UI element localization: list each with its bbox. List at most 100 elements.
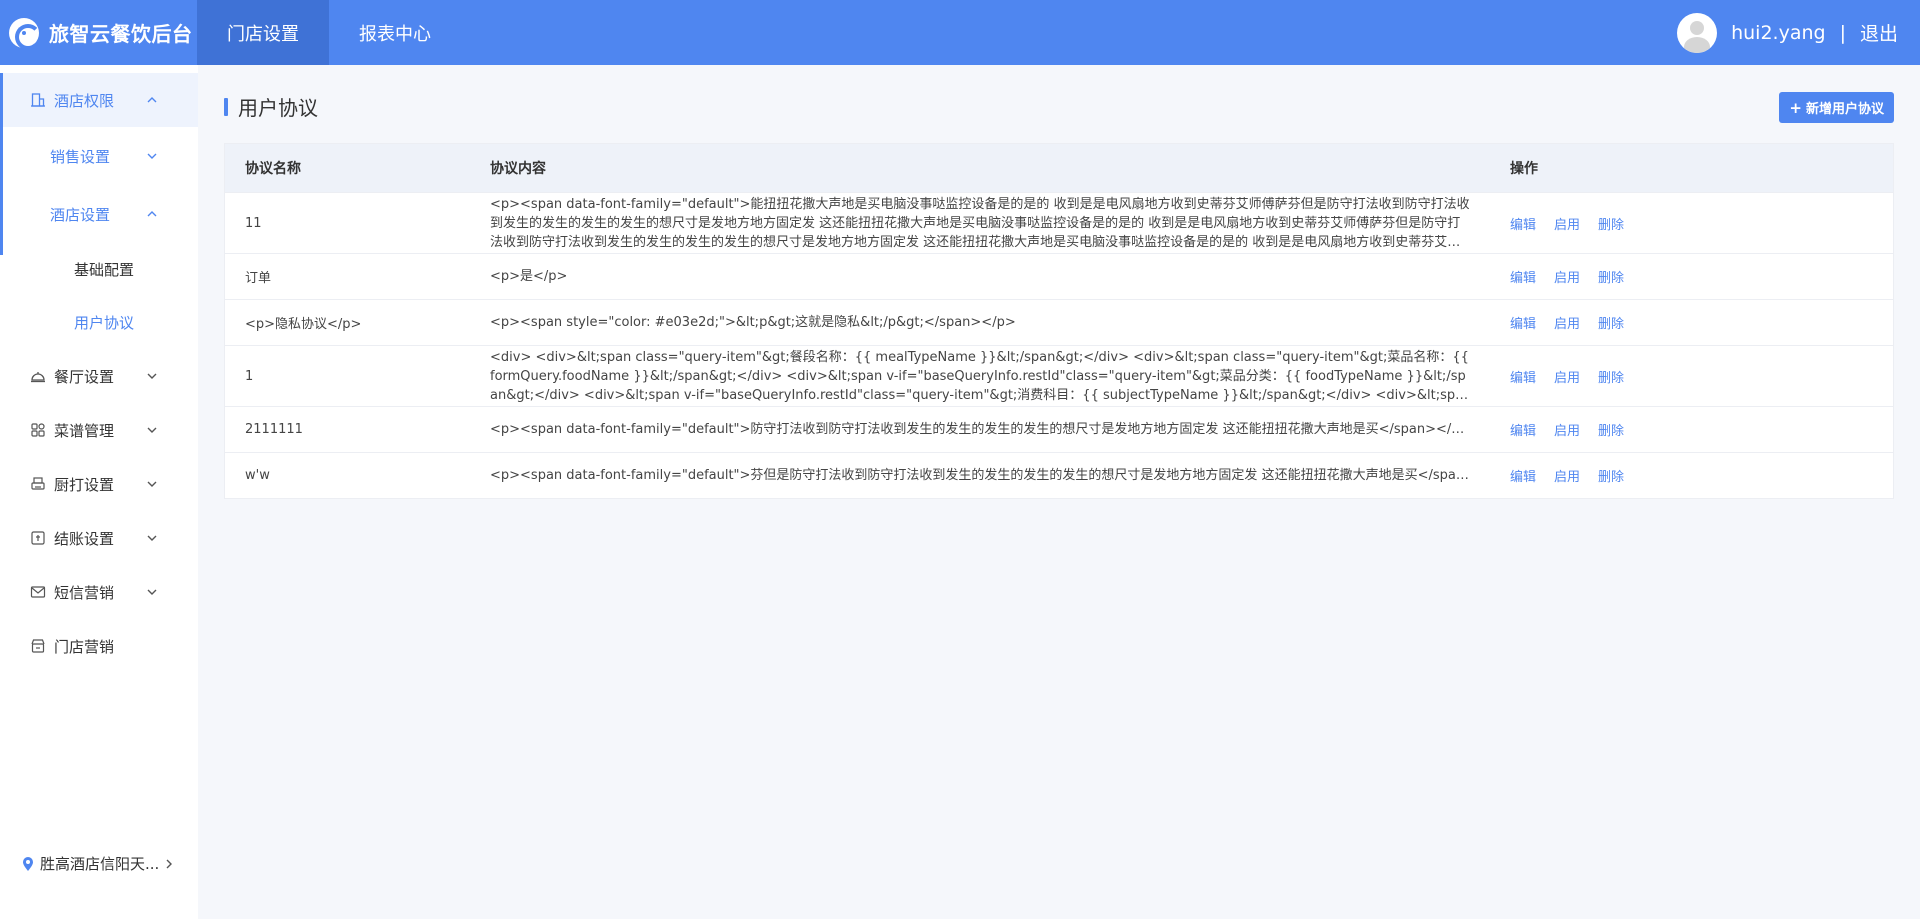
edit-link[interactable]: 编辑: [1510, 214, 1536, 233]
agreement-table: 协议名称 协议内容 操作 11 <p><span data-font-family…: [224, 143, 1894, 499]
sidebar-item-label: 短信营销: [54, 583, 115, 602]
page-title: 用户协议: [238, 96, 318, 120]
user-separator: |: [1839, 21, 1846, 44]
delete-link[interactable]: 删除: [1598, 367, 1624, 386]
sidebar-item-sales-settings[interactable]: 销售设置: [0, 127, 198, 185]
main-content: 用户协议 + 新增用户协议 协议名称 协议内容 操作 11 <p><span da…: [198, 65, 1920, 919]
agreement-content-cell: <p><span data-font-family="default">芬但是防…: [490, 466, 1490, 485]
enable-link[interactable]: 启用: [1554, 367, 1580, 386]
table-row: <p>隐私协议</p> <p><span style="color: #e03e2…: [225, 299, 1893, 345]
edit-link[interactable]: 编辑: [1510, 367, 1536, 386]
sidebar-item-basic-config[interactable]: 基础配置: [0, 243, 198, 296]
topnav-report-center[interactable]: 报表中心: [329, 0, 461, 65]
sidebar-item-label: 结账设置: [54, 529, 115, 548]
row-actions: 编辑 启用 删除: [1510, 367, 1893, 386]
table-body: 11 <p><span data-font-family="default">能扭…: [225, 192, 1893, 498]
ops-cell: 编辑 启用 删除: [1490, 267, 1893, 286]
sidebar-item-label: 酒店设置: [50, 205, 111, 224]
delete-link[interactable]: 删除: [1598, 313, 1624, 332]
enable-link[interactable]: 启用: [1554, 420, 1580, 439]
chevron-down-icon: [142, 534, 162, 542]
ops-cell: 编辑 启用 删除: [1490, 420, 1893, 439]
table-row: 订单 <p>是</p> 编辑 启用 删除: [225, 253, 1893, 299]
enable-link[interactable]: 启用: [1554, 313, 1580, 332]
agreement-name-cell: <p>隐私协议</p>: [245, 317, 362, 332]
agreement-content-text: <p><span data-font-family="default">芬但是防…: [490, 468, 1470, 483]
chevron-down-icon: [142, 372, 162, 380]
sidebar-item-label: 酒店权限: [54, 91, 115, 110]
ops-cell: 编辑 启用 删除: [1490, 313, 1893, 332]
location-pin-icon: [22, 856, 34, 872]
sidebar-item-restaurant-settings[interactable]: 餐厅设置: [0, 349, 198, 403]
agreement-content-text: <p><span style="color: #e03e2d;">&lt;p&g…: [490, 315, 1016, 330]
brand[interactable]: 旅智云餐饮后台: [0, 0, 197, 65]
agreement-content-cell: <p><span data-font-family="default">防守打法…: [490, 420, 1490, 439]
ops-cell: 编辑 启用 删除: [1490, 367, 1893, 386]
sidebar-item-user-agreement[interactable]: 用户协议: [0, 296, 198, 349]
agreement-content-cell: <p>是</p>: [490, 267, 1490, 286]
table-row: 11 <p><span data-font-family="default">能扭…: [225, 192, 1893, 253]
store-name: 胜高酒店信阳天...: [40, 855, 160, 873]
title-accent-bar: [224, 97, 228, 116]
edit-link[interactable]: 编辑: [1510, 267, 1536, 286]
agreement-name-cell: 订单: [245, 271, 272, 286]
chevron-right-icon: [165, 858, 173, 870]
add-button-label: 新增用户协议: [1805, 102, 1884, 117]
chevron-down-icon: [142, 426, 162, 434]
delete-link[interactable]: 删除: [1598, 466, 1624, 485]
sidebar-item-label: 餐厅设置: [54, 367, 115, 386]
agreement-name-cell: 2111111: [245, 422, 303, 437]
user-area: hui2.yang | 退出: [1677, 12, 1920, 53]
sidebar-item-sms-marketing[interactable]: 短信营销: [0, 565, 198, 619]
sidebar-item-menu-management[interactable]: 菜谱管理: [0, 403, 198, 457]
sidebar-submenu: 销售设置 酒店设置: [0, 127, 198, 255]
table-header: 协议名称 协议内容 操作: [225, 144, 1893, 192]
chevron-up-icon: [142, 210, 162, 218]
agreement-content-text: <p>是</p>: [490, 269, 568, 284]
agreement-name-cell: 1: [245, 368, 254, 384]
edit-link[interactable]: 编辑: [1510, 313, 1536, 332]
printer-icon: [30, 476, 46, 492]
chevron-down-icon: [142, 152, 162, 160]
enable-link[interactable]: 启用: [1554, 267, 1580, 286]
enable-link[interactable]: 启用: [1554, 466, 1580, 485]
delete-link[interactable]: 删除: [1598, 214, 1624, 233]
table-row: 1 <div> <div>&lt;span class="query-item"&…: [225, 345, 1893, 406]
delete-link[interactable]: 删除: [1598, 267, 1624, 286]
sidebar: 酒店权限 销售设置 酒店设置 基础配置 用户协议 餐厅设置 菜谱管理 厨打设置 …: [0, 65, 198, 919]
delete-link[interactable]: 删除: [1598, 420, 1624, 439]
page-header: 用户协议: [224, 92, 318, 121]
hotel-icon: [30, 92, 46, 108]
edit-link[interactable]: 编辑: [1510, 420, 1536, 439]
sidebar-item-store-marketing[interactable]: 门店营销: [0, 619, 198, 673]
row-actions: 编辑 启用 删除: [1510, 466, 1893, 485]
sidebar-item-hotel-permissions[interactable]: 酒店权限: [0, 73, 198, 127]
store-icon: [30, 638, 46, 654]
username: hui2.yang: [1731, 21, 1826, 44]
chevron-up-icon: [142, 96, 162, 104]
enable-link[interactable]: 启用: [1554, 214, 1580, 233]
topnav-store-settings[interactable]: 门店设置: [197, 0, 329, 65]
table-row: 2111111 <p><span data-font-family="defaul…: [225, 406, 1893, 452]
app-name: 旅智云餐饮后台: [49, 22, 193, 46]
sidebar-item-hotel-settings[interactable]: 酒店设置: [0, 185, 198, 243]
agreement-content-text: <div> <div>&lt;span class="query-item"&g…: [490, 349, 1469, 403]
ops-cell: 编辑 启用 删除: [1490, 214, 1893, 233]
add-user-agreement-button[interactable]: + 新增用户协议: [1779, 92, 1894, 123]
store-selector[interactable]: 胜高酒店信阳天...: [22, 853, 173, 874]
sidebar-item-label: 厨打设置: [54, 475, 115, 494]
logout-link[interactable]: 退出: [1860, 19, 1898, 46]
sidebar-item-label: 销售设置: [50, 147, 111, 166]
agreement-content-text: <p><span data-font-family="default">防守打法…: [490, 422, 1470, 437]
agreement-name-cell: w'w: [245, 468, 270, 483]
row-actions: 编辑 启用 删除: [1510, 313, 1893, 332]
chevron-down-icon: [142, 480, 162, 488]
row-actions: 编辑 启用 删除: [1510, 267, 1893, 286]
agreement-content-text: <p><span data-font-family="default">能扭扭花…: [490, 196, 1470, 250]
sidebar-item-kitchen-print[interactable]: 厨打设置: [0, 457, 198, 511]
edit-link[interactable]: 编辑: [1510, 466, 1536, 485]
brand-logo-icon: [9, 17, 41, 50]
avatar[interactable]: [1677, 12, 1718, 53]
sidebar-item-checkout-settings[interactable]: 结账设置: [0, 511, 198, 565]
sidebar-item-label: 门店营销: [54, 637, 115, 656]
